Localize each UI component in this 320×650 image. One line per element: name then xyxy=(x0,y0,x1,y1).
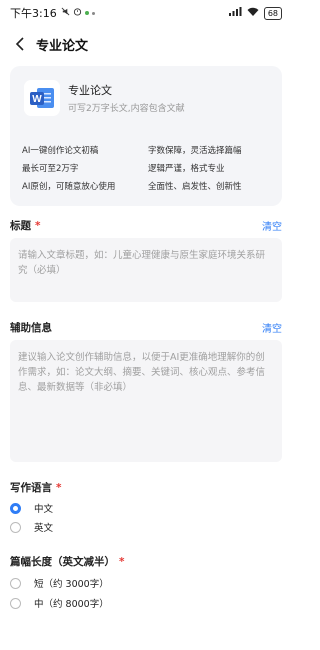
aux-info-label: 辅助信息 xyxy=(10,320,52,335)
back-button[interactable] xyxy=(10,34,30,54)
title-label: 标题 * xyxy=(10,218,41,233)
feature-item: 全面性、启发性、创新性 xyxy=(148,182,242,192)
length-option-medium[interactable]: 中（约 8000字） xyxy=(10,596,109,610)
notification-dot-icon xyxy=(84,11,89,15)
length-option-short[interactable]: 短（约 3000字） xyxy=(10,576,109,590)
aux-info-label-text: 辅助信息 xyxy=(10,322,52,334)
clear-aux-button[interactable]: 清空 xyxy=(262,320,282,335)
chevron-left-icon xyxy=(15,37,24,51)
radio-label: 中（约 8000字） xyxy=(34,599,109,610)
length-label-text: 篇幅长度（英文减半） xyxy=(10,556,115,568)
radio-label: 短（约 3000字） xyxy=(34,579,109,590)
battery-icon: 68 xyxy=(263,6,282,20)
required-mark: * xyxy=(35,220,41,232)
radio-checked-icon[interactable] xyxy=(10,502,21,514)
title-input-placeholder: 请输入文章标题，如：儿童心理健康与原生家庭环境关系研究（必填） xyxy=(18,250,266,276)
dot-icon xyxy=(91,11,95,15)
language-option-chinese[interactable]: 中文 xyxy=(10,501,53,515)
clear-title-button[interactable]: 清空 xyxy=(262,218,282,233)
aux-info-input[interactable]: 建议输入论文创作辅助信息，以便于AI更准确地理解你的创作需求，如：论文大纲、摘要… xyxy=(10,340,282,462)
nav-bar: 专业论文 xyxy=(0,30,292,58)
title-input[interactable]: 请输入文章标题，如：儿童心理健康与原生家庭环境关系研究（必填） xyxy=(10,238,282,302)
radio-unchecked-icon[interactable] xyxy=(10,597,21,609)
required-mark: * xyxy=(119,556,125,568)
card-title: 专业论文 xyxy=(68,84,112,97)
page-title: 专业论文 xyxy=(36,38,89,54)
radio-label: 英文 xyxy=(34,523,54,534)
feature-item: 字数保障，灵活选择篇幅 xyxy=(148,146,242,156)
card-subtitle: 可写2万字长文,内容包含文献 xyxy=(68,104,185,114)
info-card: W 专业论文 可写2万字长文,内容包含文献 AI一键创作论文初稿 字数保障，灵活… xyxy=(10,66,282,206)
radio-label: 中文 xyxy=(34,504,54,515)
language-option-english[interactable]: 英文 xyxy=(10,520,53,534)
wifi-icon xyxy=(247,7,259,19)
radio-unchecked-icon[interactable] xyxy=(10,577,21,589)
feature-item: AI一键创作论文初稿 xyxy=(22,146,99,156)
mute-icon xyxy=(61,7,70,19)
word-doc-icon: W xyxy=(24,80,60,116)
alarm-icon xyxy=(73,7,82,19)
required-mark: * xyxy=(56,482,62,494)
feature-item: 最长可至2万字 xyxy=(22,164,79,174)
signal-icon xyxy=(228,7,242,19)
svg-text:W: W xyxy=(32,94,42,105)
language-label-text: 写作语言 xyxy=(10,482,52,494)
aux-info-placeholder: 建议输入论文创作辅助信息，以便于AI更准确地理解你的创作需求，如：论文大纲、摘要… xyxy=(18,352,266,393)
feature-item: AI原创，可随意放心使用 xyxy=(22,182,116,192)
radio-unchecked-icon[interactable] xyxy=(10,521,21,533)
title-label-text: 标题 xyxy=(10,220,31,232)
status-bar: 下午3:16 68 xyxy=(0,0,292,26)
length-label: 篇幅长度（英文减半） * xyxy=(10,554,125,569)
status-time: 下午3:16 xyxy=(10,7,57,20)
feature-item: 逻辑严谨，格式专业 xyxy=(148,164,225,174)
language-label: 写作语言 * xyxy=(10,480,62,495)
